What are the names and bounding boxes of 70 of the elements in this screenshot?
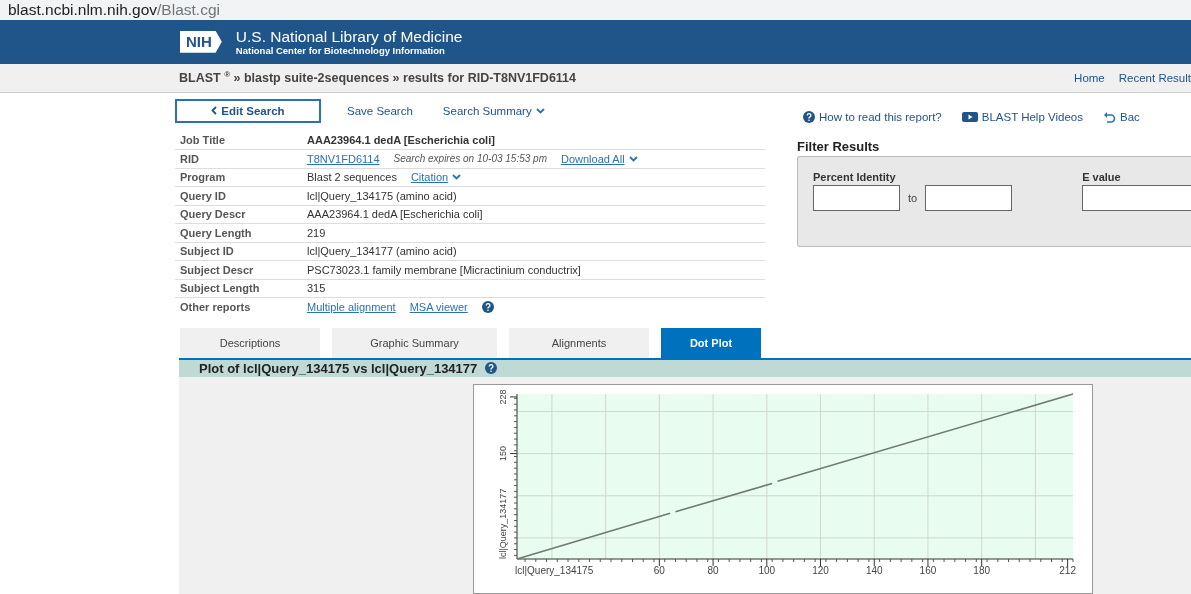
- chevron-down-icon: [535, 107, 545, 114]
- field-label: Query Length: [179, 226, 253, 239]
- field-label: Query Descr: [179, 208, 247, 221]
- field-value: lcl|Query_134175 (amino acid): [307, 189, 457, 202]
- video-icon: [961, 111, 978, 122]
- help-icon[interactable]: [481, 300, 494, 313]
- tab[interactable]: Dot Plot: [661, 327, 761, 358]
- dropdown-link[interactable]: Citation: [410, 171, 449, 184]
- chevron-down-icon: [628, 155, 638, 162]
- y-tick-label: 228: [498, 389, 508, 405]
- x-tick-label: 80: [707, 565, 719, 576]
- field-label: Subject Descr: [179, 263, 255, 276]
- y-axis-label: lcl|Query_134177: [498, 488, 508, 559]
- filter-label: Percent Identity: [813, 170, 897, 183]
- x-axis-label: lcl|Query_134175: [515, 565, 594, 576]
- range-joiner: to: [908, 191, 918, 204]
- y-tick-label: 150: [498, 446, 508, 462]
- field-label: RID: [179, 152, 200, 165]
- help-link[interactable]: How to read this report?: [803, 110, 942, 123]
- x-tick-label: 120: [812, 565, 829, 576]
- x-tick-label: 212: [1059, 565, 1076, 576]
- field-value: PSC73023.1 family membrane [Micractinium conductrix]: [307, 263, 581, 276]
- report-link[interactable]: MSA viewer: [409, 300, 468, 313]
- field-value: 219: [307, 226, 326, 239]
- field-value: lcl|Query_134177 (amino acid): [307, 245, 457, 258]
- address-bar[interactable]: blast.ncbi.nlm.nih.gov/Blast.cgi: [0, 0, 1191, 20]
- tab[interactable]: Alignments: [509, 327, 649, 358]
- banner-title: U.S. National Library of Medicine: [235, 27, 463, 45]
- action-link[interactable]: Save Search: [343, 98, 417, 123]
- help-icon[interactable]: [485, 362, 498, 375]
- field-label: Subject Length: [179, 282, 261, 295]
- field-label: Other reports: [179, 300, 252, 313]
- x-tick-label: 160: [919, 565, 937, 576]
- nav-link[interactable]: Recent Result: [1118, 71, 1191, 84]
- dropdown-link[interactable]: Download All: [561, 152, 625, 165]
- input-field[interactable]: [813, 184, 900, 211]
- expiry-note: Search expires on 10-03 15:53 pm: [393, 153, 547, 165]
- nih-logo[interactable]: NIH: [180, 30, 222, 53]
- report-link[interactable]: T8NV1FD6114: [307, 152, 380, 165]
- filter-title: Filter Results: [797, 138, 881, 154]
- field-value: 315: [307, 282, 326, 295]
- field-label: Program: [179, 171, 227, 184]
- report-link[interactable]: Multiple alignment: [307, 300, 396, 313]
- x-tick-label: 60: [653, 565, 665, 576]
- x-tick-label: 180: [973, 565, 990, 576]
- help-icon[interactable]: [803, 110, 815, 123]
- nav-link[interactable]: Home: [1074, 71, 1105, 84]
- undo-icon: [1102, 110, 1116, 123]
- help-link[interactable]: BLAST Help Videos: [961, 110, 1083, 123]
- field-value: AAA23964.1 dedA [Escherichia coli]: [307, 133, 495, 146]
- help-link[interactable]: Bac: [1102, 110, 1140, 123]
- tab[interactable]: Descriptions: [180, 327, 320, 358]
- breadcrumb: BLAST $^{®}$ » blastp suite-2sequences » results for RID-T8NV1FD6114: [179, 70, 576, 86]
- field-label: Job Title: [179, 133, 227, 146]
- tab[interactable]: Graphic Summary: [332, 327, 497, 358]
- chevron-left-icon: [211, 106, 218, 116]
- input-field[interactable]: [1082, 184, 1191, 211]
- plot-title: Plot of lcl|Query_134175 vs lcl|Query_134177: [199, 360, 478, 376]
- chevron-down-icon: [452, 174, 462, 181]
- action-link[interactable]: Search Summary: [438, 98, 549, 123]
- field-value: AAA23964.1 dedA [Escherichia coli]: [307, 208, 483, 221]
- x-tick-label: 140: [865, 565, 883, 576]
- filter-label: E value: [1082, 170, 1122, 183]
- field-label: Query ID: [179, 189, 227, 202]
- field-value: Blast 2 sequences: [307, 171, 397, 184]
- banner-subtitle: National Center for Biotechnology Information: [235, 44, 446, 56]
- edit-search-button[interactable]: Edit Search: [175, 98, 321, 123]
- x-tick-label: 100: [758, 565, 776, 576]
- input-field[interactable]: [925, 184, 1013, 211]
- field-label: Subject ID: [179, 245, 235, 258]
